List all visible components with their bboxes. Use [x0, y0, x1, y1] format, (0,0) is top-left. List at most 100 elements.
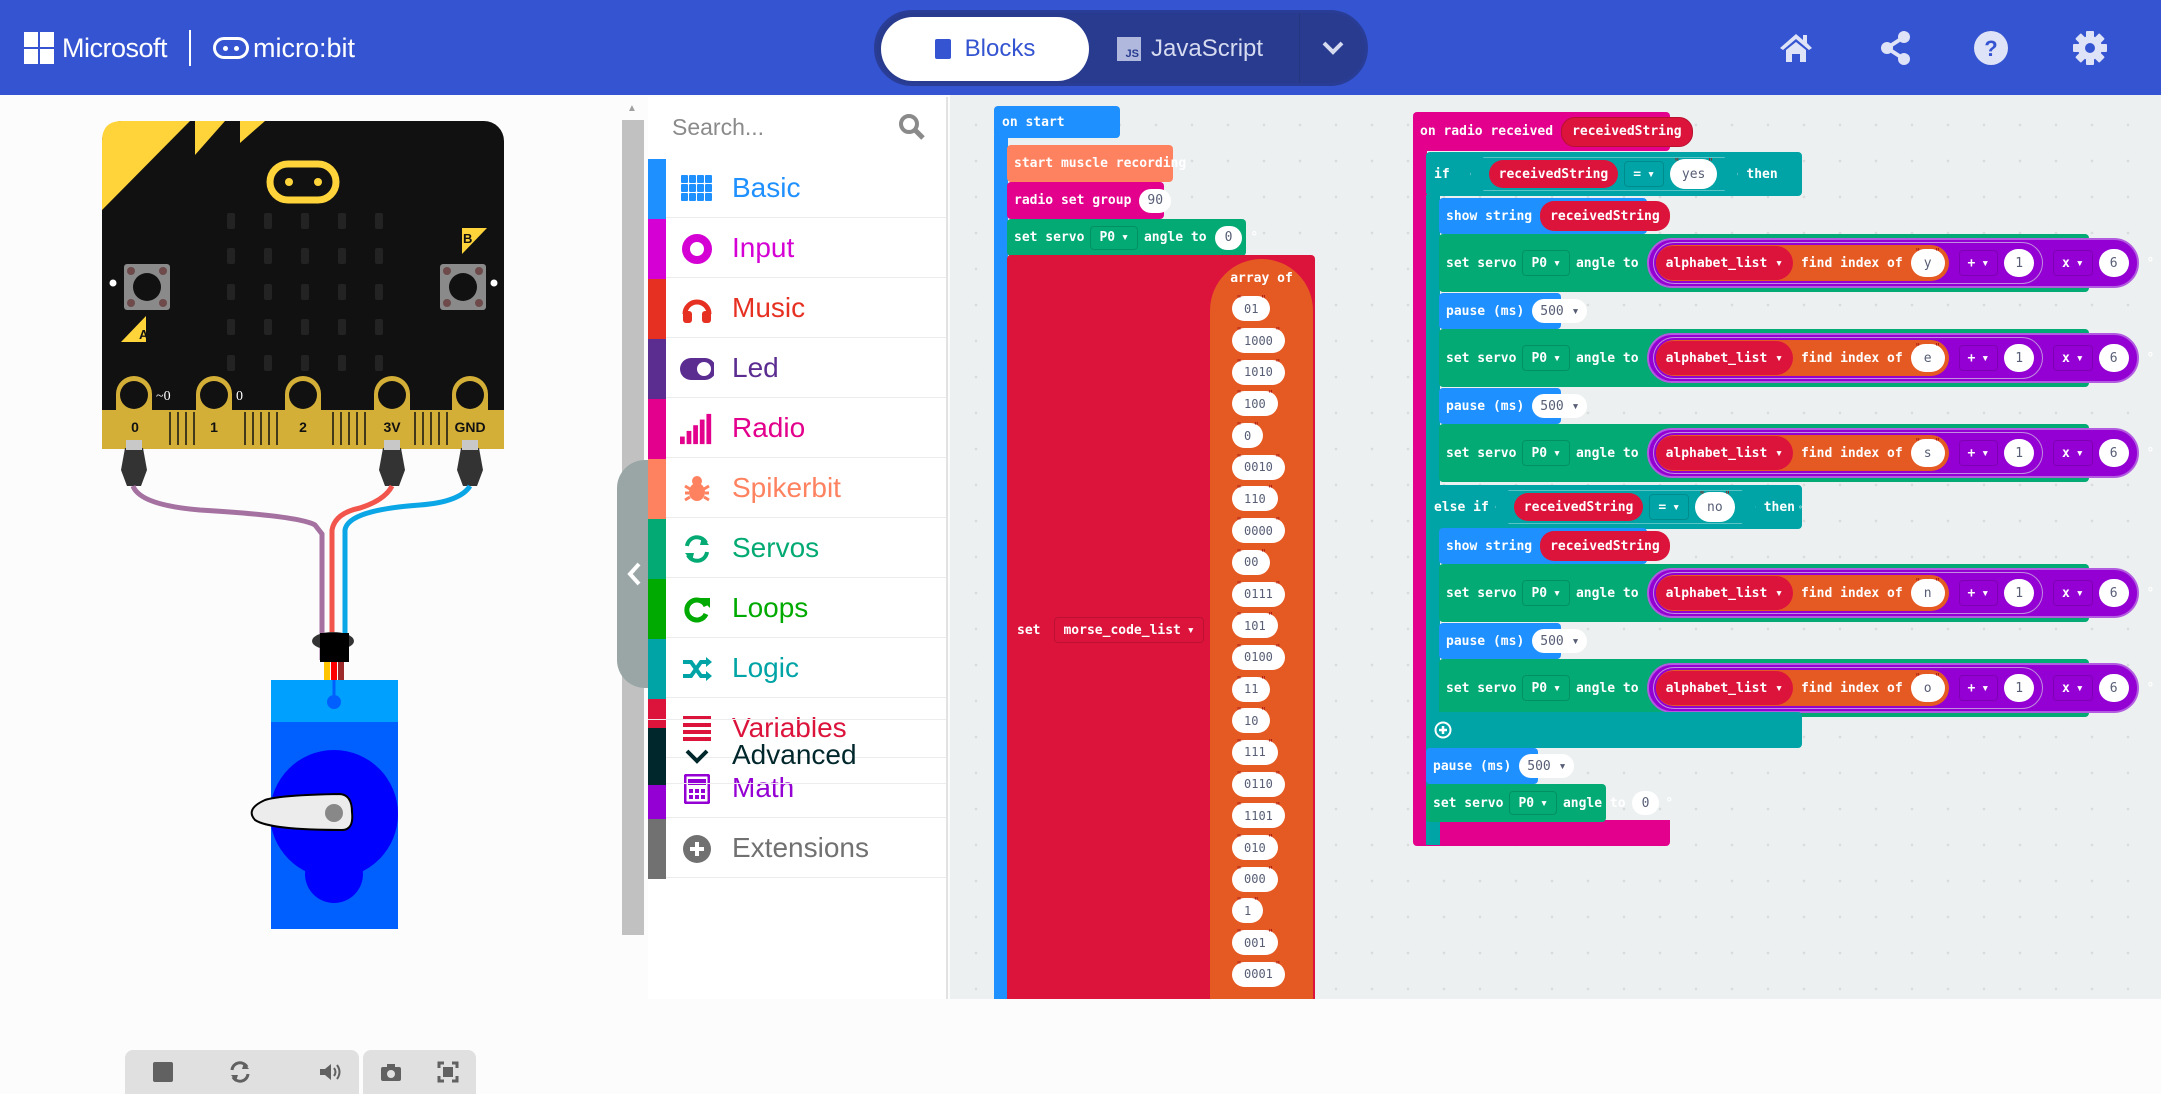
multiply-block[interactable]: alphabet_list ▾ find index of e + 1 x 6: [1646, 333, 2139, 383]
pause-block[interactable]: pause (ms) 500 ▾: [1426, 748, 1575, 784]
multiply-block[interactable]: alphabet_list ▾ find index of n + 1 x 6: [1646, 568, 2139, 618]
toolbox-category-led[interactable]: Led: [648, 339, 946, 399]
morse-code-item[interactable]: 110: [1232, 484, 1278, 512]
servo-angle-value[interactable]: 0: [1214, 225, 1243, 250]
morse-code-item[interactable]: 01: [1232, 294, 1271, 322]
settings-button[interactable]: [2068, 26, 2112, 70]
multiply-block[interactable]: alphabet_list ▾ find index of y + 1 x 6: [1646, 238, 2139, 288]
letter-value[interactable]: o: [1910, 672, 1945, 702]
find-index-block[interactable]: alphabet_list ▾ find index of o: [1655, 670, 1949, 706]
servo-angle-value[interactable]: 0: [1631, 791, 1660, 815]
show-string-block[interactable]: show string receivedString: [1439, 198, 1670, 234]
collapse-simulator-button[interactable]: [617, 460, 650, 688]
letter-value[interactable]: s: [1910, 437, 1945, 467]
toolbox-category-servos[interactable]: Servos: [648, 519, 946, 579]
find-index-block[interactable]: alphabet_list ▾ find index of e: [1655, 340, 1949, 376]
set-morse-list-block[interactable]: set morse_code_list to array of 01100010…: [1007, 255, 1315, 999]
morse-code-item[interactable]: 11: [1232, 675, 1271, 702]
toolbox-category-advanced[interactable]: Advanced: [648, 719, 946, 785]
toolbox-category-loops[interactable]: Loops: [648, 579, 946, 639]
set-servo-find-index-block[interactable]: set servo P0 angle to alphabet_list ▾ fi…: [1439, 329, 2154, 387]
restart-button[interactable]: [220, 1052, 260, 1092]
morse-code-item[interactable]: 100: [1232, 389, 1278, 417]
morse-code-item[interactable]: 00: [1232, 548, 1271, 575]
compare-block-1[interactable]: receivedString = yes: [1470, 157, 1739, 191]
morse-code-item[interactable]: 000: [1232, 865, 1278, 892]
morse-code-item[interactable]: 010: [1232, 833, 1278, 861]
set-servo-find-index-block[interactable]: set servo P0 angle to alphabet_list ▾ fi…: [1439, 564, 2154, 622]
add-value[interactable]: 1: [2004, 344, 2035, 372]
morse-code-item[interactable]: 0000: [1232, 516, 1285, 544]
servo-pin-dropdown[interactable]: P0: [1522, 345, 1570, 371]
toolbox-category-music[interactable]: Music: [648, 279, 946, 339]
toolbox-category-extensions[interactable]: Extensions: [648, 819, 946, 879]
letter-value[interactable]: n: [1910, 577, 1945, 607]
multiply-op-dropdown[interactable]: x: [2053, 675, 2093, 701]
add-op-dropdown[interactable]: +: [1958, 250, 1999, 276]
morse-code-item[interactable]: 0110: [1232, 770, 1285, 797]
multiply-op-dropdown[interactable]: x: [2053, 440, 2093, 466]
cond1-value[interactable]: yes: [1670, 159, 1717, 189]
alphabet-list-dropdown[interactable]: alphabet_list ▾: [1655, 576, 1793, 610]
add-op-dropdown[interactable]: +: [1958, 345, 1999, 371]
morse-code-item[interactable]: 0111: [1232, 580, 1285, 607]
servo-pin-dropdown[interactable]: P0: [1509, 791, 1557, 815]
fullscreen-button[interactable]: [428, 1052, 468, 1092]
variable-dropdown[interactable]: morse_code_list: [1054, 617, 1204, 643]
on-radio-received-block[interactable]: on radio received receivedString: [1413, 112, 1693, 151]
brand[interactable]: Microsoft micro:bit: [24, 28, 355, 68]
toolbox-category-spikerbit[interactable]: Spikerbit: [648, 459, 946, 519]
multiply-value[interactable]: 6: [2098, 344, 2129, 372]
pause-value-dropdown[interactable]: 500 ▾: [1532, 299, 1588, 323]
set-servo-find-index-block[interactable]: set servo P0 angle to alphabet_list ▾ fi…: [1439, 424, 2154, 482]
set-servo-block[interactable]: set servo P0 angle to 0 °: [1007, 219, 1258, 256]
radio-set-group-block[interactable]: radio set group 90: [1007, 182, 1172, 219]
morse-code-item[interactable]: 1101: [1232, 801, 1285, 829]
multiply-value[interactable]: 6: [2098, 674, 2129, 702]
add-else-if-icon[interactable]: [1434, 721, 1452, 739]
set-servo-find-index-block[interactable]: set servo P0 angle to alphabet_list ▾ fi…: [1439, 234, 2154, 292]
start-muscle-block[interactable]: start muscle recording: [1007, 145, 1186, 182]
alphabet-list-dropdown[interactable]: alphabet_list ▾: [1655, 436, 1793, 470]
help-button[interactable]: ?: [1969, 26, 2013, 70]
microbit-board[interactable]: A B 0 1 2 3V GND ~0 0: [0, 95, 620, 945]
on-start-block[interactable]: on start: [994, 106, 1120, 138]
add-block[interactable]: alphabet_list ▾ find index of n + 1: [1652, 572, 2044, 614]
find-index-block[interactable]: alphabet_list ▾ find index of y: [1655, 245, 1949, 281]
cond1-op-dropdown[interactable]: =: [1624, 161, 1664, 187]
toolbox-category-radio[interactable]: Radio: [648, 399, 946, 459]
multiply-op-dropdown[interactable]: x: [2053, 580, 2093, 606]
cond1-var[interactable]: receivedString: [1489, 160, 1619, 188]
servo-pin-dropdown[interactable]: P0: [1522, 440, 1570, 466]
morse-code-item[interactable]: 1: [1232, 896, 1264, 924]
multiply-op-dropdown[interactable]: x: [2053, 250, 2093, 276]
received-string-param[interactable]: receivedString: [1561, 116, 1693, 147]
scroll-up-arrow-icon[interactable]: ▲: [627, 103, 637, 114]
toolbox-category-logic[interactable]: Logic: [648, 639, 946, 699]
pause-block[interactable]: pause (ms) 500 ▾: [1439, 293, 1588, 329]
morse-code-item[interactable]: 1010: [1232, 358, 1285, 385]
add-block[interactable]: alphabet_list ▾ find index of y + 1: [1652, 242, 2044, 284]
cond2-value[interactable]: no: [1695, 492, 1735, 522]
add-value[interactable]: 1: [2004, 439, 2035, 467]
morse-code-item[interactable]: 0: [1232, 421, 1264, 449]
toolbox-category-input[interactable]: Input: [648, 219, 946, 279]
add-op-dropdown[interactable]: +: [1958, 580, 1999, 606]
servo-pin-dropdown[interactable]: P0: [1522, 675, 1570, 701]
share-button[interactable]: [1874, 26, 1918, 70]
blocks-workspace[interactable]: on start start muscle recording radio se…: [950, 95, 2161, 999]
pause-value-dropdown[interactable]: 500 ▾: [1532, 394, 1588, 418]
alphabet-list-dropdown[interactable]: alphabet_list ▾: [1655, 341, 1793, 375]
servo-pin-dropdown[interactable]: P0: [1522, 250, 1570, 276]
received-string-var[interactable]: receivedString: [1540, 201, 1670, 231]
servo-pin-dropdown[interactable]: P0: [1090, 225, 1138, 250]
toolbox-category-basic[interactable]: Basic: [648, 159, 946, 219]
tab-javascript[interactable]: JS JavaScript: [1117, 17, 1263, 81]
mute-button[interactable]: [311, 1052, 351, 1092]
add-value[interactable]: 1: [2004, 674, 2035, 702]
editor-dropdown-button[interactable]: [1299, 13, 1365, 83]
search-icon[interactable]: [898, 113, 926, 141]
find-index-block[interactable]: alphabet_list ▾ find index of n: [1655, 575, 1949, 611]
stop-button[interactable]: [143, 1052, 183, 1092]
alphabet-list-dropdown[interactable]: alphabet_list ▾: [1655, 671, 1793, 705]
